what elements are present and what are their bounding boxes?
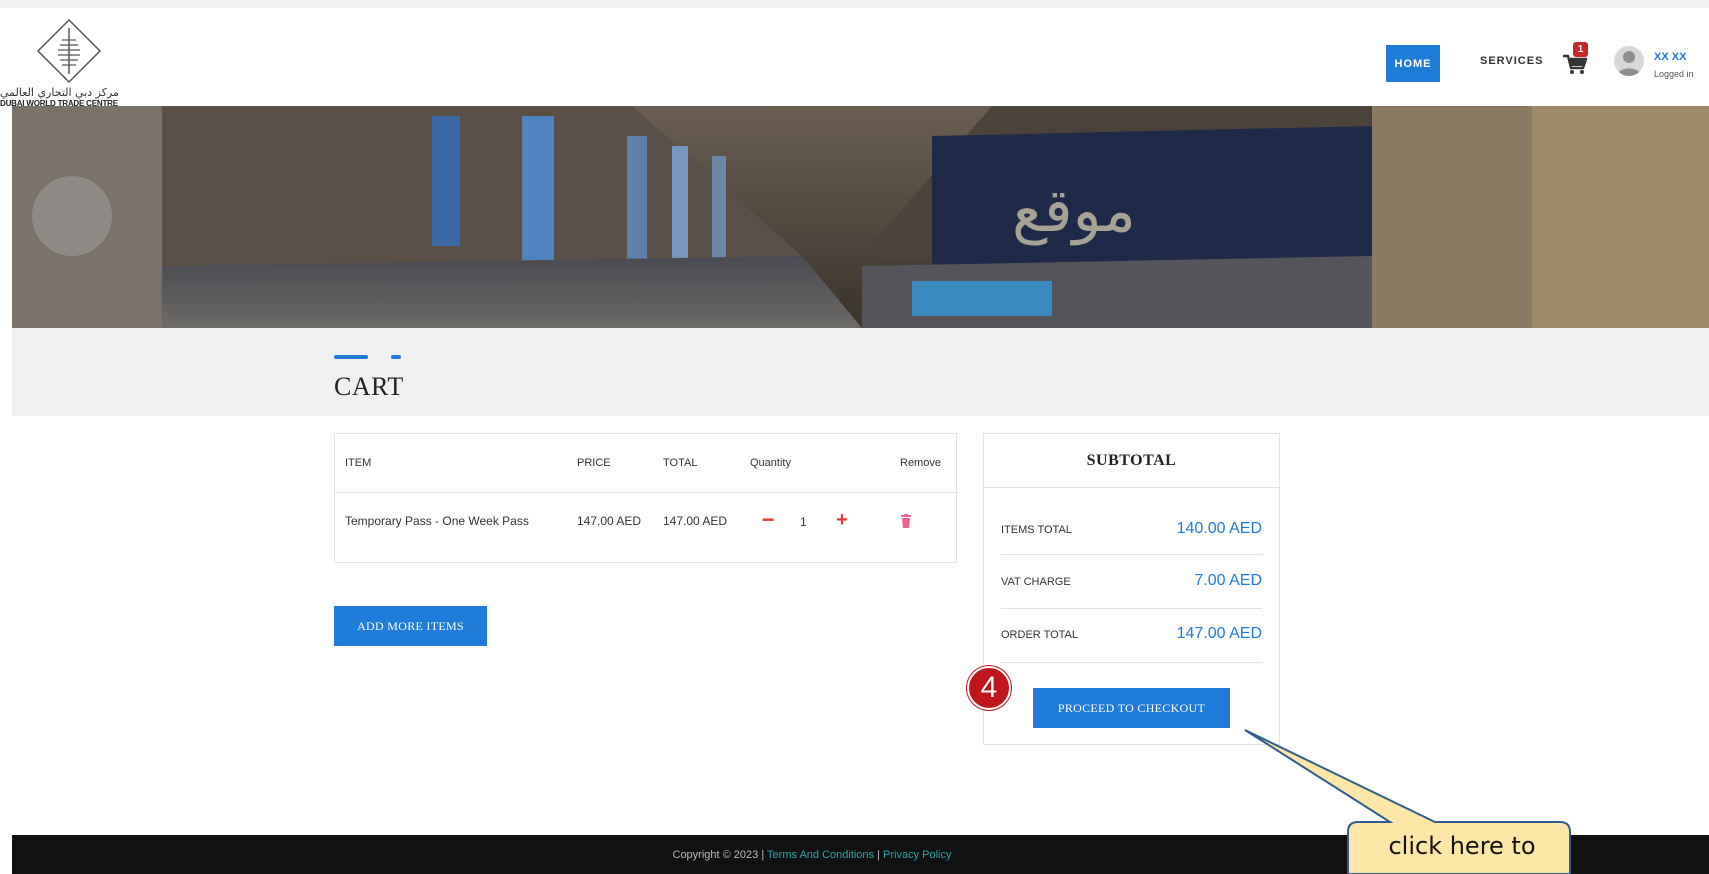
cart-item-total: 147.00 AED <box>663 514 728 528</box>
subtotal-row-divider <box>1001 554 1262 555</box>
page-title: CART <box>334 372 404 401</box>
cart-item-price: 147.00 AED <box>577 514 642 528</box>
subtotal-row-divider <box>1001 662 1262 663</box>
site-header: مركز دبي التجاري العالمي DUBAI WORLD TRA… <box>0 0 1709 108</box>
proceed-to-checkout-button[interactable]: PROCEED TO CHECKOUT <box>1033 688 1230 728</box>
items-total-value: 140.00 AED <box>1176 520 1262 537</box>
user-name[interactable]: XX XX <box>1654 51 1686 63</box>
tutorial-callout-text: click here to <box>1388 832 1536 860</box>
column-header-item: ITEM <box>345 457 372 469</box>
page: مركز دبي التجاري العالمي DUBAI WORLD TRA… <box>0 0 1709 874</box>
footer-copyright: Copyright © 2023 | <box>672 849 768 861</box>
nav-home-button[interactable]: HOME <box>1386 45 1440 82</box>
quantity-increase-button[interactable]: + <box>834 510 850 530</box>
quantity-value: 1 <box>800 515 807 529</box>
title-accent-dot <box>391 355 401 359</box>
footer-divider: | <box>874 849 884 861</box>
quantity-decrease-button[interactable]: − <box>760 509 776 531</box>
vat-charge-value: 7.00 AED <box>1194 572 1262 589</box>
cart-table: ITEM PRICE TOTAL Quantity Remove Tempora… <box>334 433 957 563</box>
order-total-label: ORDER TOTAL <box>1001 629 1079 641</box>
subtotal-row-divider <box>1001 608 1262 609</box>
title-accent-line <box>334 355 368 359</box>
site-logo[interactable]: مركز دبي التجاري العالمي DUBAI WORLD TRA… <box>0 18 140 110</box>
table-header-divider <box>335 492 956 493</box>
cart-item-name: Temporary Pass - One Week Pass <box>345 514 529 528</box>
svg-text:موقع: موقع <box>1012 176 1136 246</box>
step-number-badge: 4 <box>967 666 1011 710</box>
add-more-items-button[interactable]: ADD MORE ITEMS <box>334 606 487 646</box>
items-total-label: ITEMS TOTAL <box>1001 524 1072 536</box>
nav-services-link[interactable]: SERVICES <box>1480 55 1543 67</box>
terms-link[interactable]: Terms And Conditions <box>767 849 874 861</box>
column-header-quantity: Quantity <box>750 457 791 469</box>
user-status: Logged in <box>1654 69 1694 79</box>
avatar-icon[interactable] <box>1614 46 1644 76</box>
page-title-band <box>12 328 1709 416</box>
column-header-price: PRICE <box>577 457 611 469</box>
trash-icon[interactable] <box>901 514 911 528</box>
logo-emblem-icon <box>36 18 102 84</box>
subtotal-title: SUBTOTAL <box>1086 452 1177 469</box>
order-total-value: 147.00 AED <box>1176 625 1262 642</box>
subtotal-divider <box>984 487 1279 488</box>
cart-count-badge: 1 <box>1573 42 1588 57</box>
hero-banner-image: موقع <box>12 106 1709 328</box>
vat-charge-label: VAT CHARGE <box>1001 576 1071 588</box>
column-header-remove: Remove <box>900 457 941 469</box>
column-header-total: TOTAL <box>663 457 698 469</box>
logo-arabic-text: مركز دبي التجاري العالمي <box>0 86 119 99</box>
privacy-link[interactable]: Privacy Policy <box>883 849 951 861</box>
